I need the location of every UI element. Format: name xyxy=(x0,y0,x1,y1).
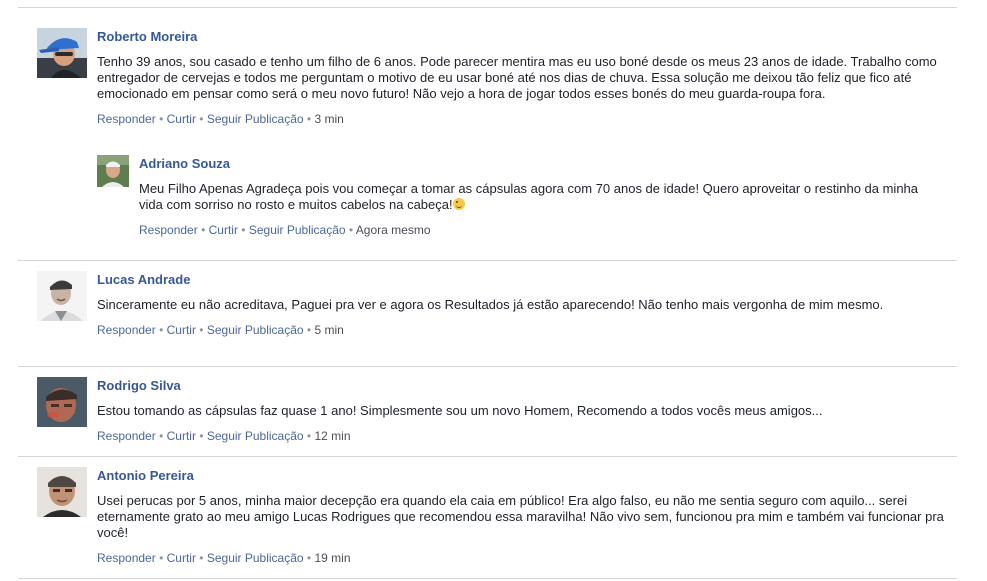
comment-actions: Responder • Curtir • Seguir Publicação •… xyxy=(97,322,957,338)
comment-divider xyxy=(18,578,957,579)
reply-link[interactable]: Responder xyxy=(97,323,156,337)
comment-timestamp[interactable]: 12 min xyxy=(314,429,350,443)
reply-link[interactable]: Responder xyxy=(97,551,156,565)
avatar[interactable] xyxy=(37,377,87,427)
like-link[interactable]: Curtir xyxy=(167,429,196,443)
separator: • xyxy=(306,551,312,565)
comment-author[interactable]: Adriano Souza xyxy=(139,155,939,172)
separator: • xyxy=(199,112,204,126)
avatar[interactable] xyxy=(37,467,87,517)
comment-timestamp[interactable]: 5 min xyxy=(314,323,343,337)
avatar-lucas-andrade xyxy=(37,271,87,321)
follow-post-link[interactable]: Seguir Publicação xyxy=(207,551,304,565)
avatar[interactable] xyxy=(97,155,129,187)
comment-timestamp[interactable]: Agora mesmo xyxy=(356,223,431,237)
separator: • xyxy=(306,112,312,126)
comment-actions: Responder • Curtir • Seguir Publicação •… xyxy=(97,111,957,127)
avatar[interactable] xyxy=(37,271,87,321)
comment-author[interactable]: Rodrigo Silva xyxy=(97,377,957,394)
like-link[interactable]: Curtir xyxy=(167,112,196,126)
avatar-rodrigo-silva xyxy=(37,377,87,427)
reply-link[interactable]: Responder xyxy=(97,112,156,126)
separator: • xyxy=(159,323,164,337)
winking-face-emoji-icon xyxy=(452,198,465,210)
separator: • xyxy=(199,429,204,443)
comment-author[interactable]: Roberto Moreira xyxy=(97,28,957,45)
reply-link[interactable]: Responder xyxy=(139,223,198,237)
comment-text: Meu Filho Apenas Agradeça pois vou começ… xyxy=(139,181,939,213)
avatar[interactable] xyxy=(37,28,87,78)
separator: • xyxy=(159,429,164,443)
separator: • xyxy=(201,223,206,237)
avatar-antonio-pereira xyxy=(37,467,87,517)
like-link[interactable]: Curtir xyxy=(167,323,196,337)
separator: • xyxy=(306,323,312,337)
like-link[interactable]: Curtir xyxy=(209,223,238,237)
comment-author[interactable]: Lucas Andrade xyxy=(97,271,957,288)
avatar-roberto-moreira xyxy=(37,28,87,78)
comment-timestamp[interactable]: 3 min xyxy=(314,112,343,126)
comment-text: Estou tomando as cápsulas faz quase 1 an… xyxy=(97,403,823,418)
separator: • xyxy=(199,323,204,337)
separator: • xyxy=(348,223,354,237)
reply-link[interactable]: Responder xyxy=(97,429,156,443)
comment-divider xyxy=(18,366,957,367)
follow-post-link[interactable]: Seguir Publicação xyxy=(249,223,346,237)
follow-post-link[interactable]: Seguir Publicação xyxy=(207,112,304,126)
comment-text: Sinceramente eu não acreditava, Paguei p… xyxy=(97,297,884,312)
comment-text: Usei perucas por 5 anos, minha maior dec… xyxy=(97,493,944,540)
like-link[interactable]: Curtir xyxy=(167,551,196,565)
comment-actions: Responder • Curtir • Seguir Publicação •… xyxy=(139,222,939,238)
comment-text-body: Meu Filho Apenas Agradeça pois vou começ… xyxy=(139,181,919,212)
follow-post-link[interactable]: Seguir Publicação xyxy=(207,323,304,337)
comment-actions: Responder • Curtir • Seguir Publicação •… xyxy=(97,428,957,444)
comment-author[interactable]: Antonio Pereira xyxy=(97,467,957,484)
separator: • xyxy=(199,551,204,565)
separator: • xyxy=(241,223,246,237)
avatar-adriano-souza xyxy=(97,155,129,187)
follow-post-link[interactable]: Seguir Publicação xyxy=(207,429,304,443)
comment-actions: Responder • Curtir • Seguir Publicação •… xyxy=(97,550,957,566)
comment-divider xyxy=(18,7,957,8)
comment-divider xyxy=(18,456,957,457)
comment-text: Tenho 39 anos, sou casado e tenho um fil… xyxy=(97,54,937,101)
separator: • xyxy=(306,429,312,443)
separator: • xyxy=(159,112,164,126)
comment-timestamp[interactable]: 19 min xyxy=(314,551,350,565)
separator: • xyxy=(159,551,164,565)
comment-divider xyxy=(18,260,957,261)
